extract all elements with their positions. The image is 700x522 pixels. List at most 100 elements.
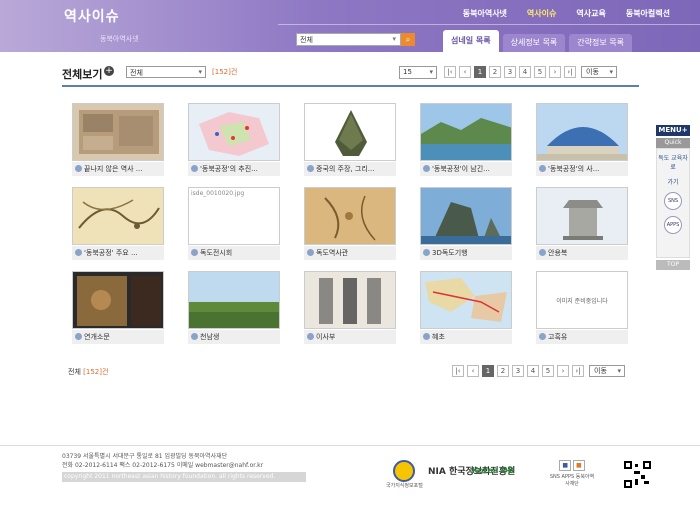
caption-text: 안용복 — [548, 249, 568, 257]
page-button-4[interactable]: 4 — [527, 365, 539, 377]
thumbnail-image[interactable] — [304, 103, 396, 161]
page-button-1[interactable]: 1 — [474, 66, 486, 78]
next-page-button[interactable]: › — [557, 365, 569, 377]
pagination-bottom: |‹ ‹ 1 2 3 4 5 › ›| 이동 ▾ — [452, 365, 625, 377]
quick-apps-wrap: APPS — [657, 216, 689, 234]
item-caption[interactable]: 이사부 — [304, 330, 396, 344]
nav-item-collection[interactable]: 동북아컬렉션 — [626, 8, 670, 19]
page-button-2[interactable]: 2 — [489, 66, 501, 78]
first-page-button[interactable]: |‹ — [452, 365, 464, 377]
list-item[interactable]: 이사부 — [304, 271, 396, 349]
quick-menu: MENU+ Quick 독도 교육자료 가기 SNS APPS TOP — [656, 125, 690, 270]
list-item[interactable]: 중국의 주장, 그리... — [304, 103, 396, 181]
caption-text: '동북공정'의 추진... — [200, 165, 258, 173]
item-caption[interactable]: 혜초 — [420, 330, 512, 344]
apps-icon[interactable]: APPS — [664, 216, 682, 234]
item-caption[interactable]: 독도역사관 — [304, 246, 396, 260]
quick-item-go[interactable]: 가기 — [657, 177, 689, 186]
header-rule — [62, 85, 639, 87]
thumbnail-image[interactable]: 이미지 준비중입니다 — [536, 271, 628, 329]
search-scope-select[interactable]: 전체 ▾ — [296, 33, 401, 46]
nav-item-northeast[interactable]: 동북아역사넷 — [463, 8, 507, 19]
item-caption[interactable]: 안용복 — [536, 246, 628, 260]
list-item[interactable]: 끝나지 않은 역사 ... — [72, 103, 164, 181]
category-select[interactable]: 전체 ▾ — [126, 66, 206, 78]
thumbnail-image[interactable] — [420, 103, 512, 161]
item-caption[interactable]: 끝나지 않은 역사 ... — [72, 162, 164, 176]
tab-thumbnail[interactable]: 섬네일 목록 — [443, 30, 499, 52]
per-page-value: 15 — [403, 68, 412, 76]
qr-code-icon[interactable] — [624, 461, 651, 488]
quick-item-dokdo[interactable]: 독도 교육자료 — [657, 153, 689, 171]
thumbnail-image[interactable] — [536, 187, 628, 245]
prev-page-button[interactable]: ‹ — [467, 365, 479, 377]
item-caption[interactable]: 3D독도기행 — [420, 246, 512, 260]
first-page-button[interactable]: |‹ — [444, 66, 456, 78]
item-caption[interactable]: 천남생 — [188, 330, 280, 344]
page-button-5[interactable]: 5 — [542, 365, 554, 377]
page-jump-select[interactable]: 이동 ▾ — [589, 365, 625, 377]
logo-national-portal[interactable]: 국가지식정보포털 — [386, 460, 423, 489]
page-button-4[interactable]: 4 — [519, 66, 531, 78]
item-caption[interactable]: '동북공정' 주요 ... — [72, 246, 164, 260]
page-button-1[interactable]: 1 — [482, 365, 494, 377]
thumbnail-image[interactable] — [72, 103, 164, 161]
list-item[interactable]: '동북공정' 주요 ... — [72, 187, 164, 265]
item-caption[interactable]: '동북공정'의 사... — [536, 162, 628, 176]
list-item[interactable]: '동북공정'의 사... — [536, 103, 628, 181]
list-item[interactable]: 이미지 준비중입니다 고흑유 — [536, 271, 628, 349]
thumbnail-image[interactable] — [72, 187, 164, 245]
plus-icon[interactable]: + — [104, 66, 114, 76]
page-button-2[interactable]: 2 — [497, 365, 509, 377]
page-button-3[interactable]: 3 — [512, 365, 524, 377]
last-page-button[interactable]: ›| — [564, 66, 576, 78]
thumbnail-image[interactable] — [72, 271, 164, 329]
list-item[interactable]: '동북공정'의 추진... — [188, 103, 280, 181]
list-item[interactable]: isde_0010020.jpg 독도전시회 — [188, 187, 280, 265]
last-page-button[interactable]: ›| — [572, 365, 584, 377]
item-caption[interactable]: '동북공정'의 추진... — [188, 162, 280, 176]
item-caption[interactable]: '동북공정'이 남긴... — [420, 162, 512, 176]
list-item[interactable]: 3D독도기행 — [420, 187, 512, 265]
tab-detail[interactable]: 상세정보 목록 — [502, 34, 566, 52]
search-button[interactable]: ⌕ — [401, 33, 415, 46]
thumbnail-image[interactable] — [420, 271, 512, 329]
nav-item-history-education[interactable]: 역사교육 — [576, 8, 605, 19]
category-value: 전체 — [130, 69, 143, 77]
bullet-icon — [539, 165, 546, 172]
thumbnail-image[interactable] — [188, 271, 280, 329]
list-item[interactable]: 독도역사관 — [304, 187, 396, 265]
prev-page-button[interactable]: ‹ — [459, 66, 471, 78]
nav-item-history-issue[interactable]: 역사이슈 — [527, 8, 556, 19]
site-subtitle: 동북아역사넷 — [100, 35, 139, 43]
logo-sns-apps[interactable]: ■ ■ SNS APPS 동북아역사재단 — [548, 460, 596, 487]
list-item[interactable]: 혜초 — [420, 271, 512, 349]
list-item[interactable]: '동북공정'이 남긴... — [420, 103, 512, 181]
tab-brief[interactable]: 간략정보 목록 — [569, 34, 632, 52]
list-item[interactable]: 천남생 — [188, 271, 280, 349]
thumbnail-image[interactable] — [536, 103, 628, 161]
menu-button[interactable]: MENU+ — [656, 125, 690, 136]
page-jump-select[interactable]: 이동 ▾ — [581, 66, 617, 78]
page-button-5[interactable]: 5 — [534, 66, 546, 78]
page-button-3[interactable]: 3 — [504, 66, 516, 78]
thumbnail-image[interactable] — [304, 271, 396, 329]
item-caption[interactable]: 독도전시회 — [188, 246, 280, 260]
thumbnail-image[interactable] — [188, 103, 280, 161]
list-item[interactable]: 연개소문 — [72, 271, 164, 349]
thumbnail-image[interactable] — [304, 187, 396, 245]
thumbnail-image[interactable]: isde_0010020.jpg — [188, 187, 280, 245]
page-title: 전체보기 — [62, 68, 103, 81]
sns-icon[interactable]: SNS — [664, 192, 682, 210]
list-item[interactable]: 안용복 — [536, 187, 628, 265]
per-page-select[interactable]: 15 ▾ — [399, 66, 437, 79]
item-caption[interactable]: 고흑유 — [536, 330, 628, 344]
caption-text: '동북공정' 주요 ... — [84, 249, 138, 257]
result-count-bottom: 전체 [152]건 — [68, 367, 108, 377]
thumbnail-image[interactable] — [420, 187, 512, 245]
item-caption[interactable]: 연개소문 — [72, 330, 164, 344]
top-button[interactable]: TOP — [656, 260, 690, 270]
item-caption[interactable]: 중국의 주장, 그리... — [304, 162, 396, 176]
next-page-button[interactable]: › — [549, 66, 561, 78]
logo-korea-db[interactable]: Korea DB — [472, 466, 514, 475]
